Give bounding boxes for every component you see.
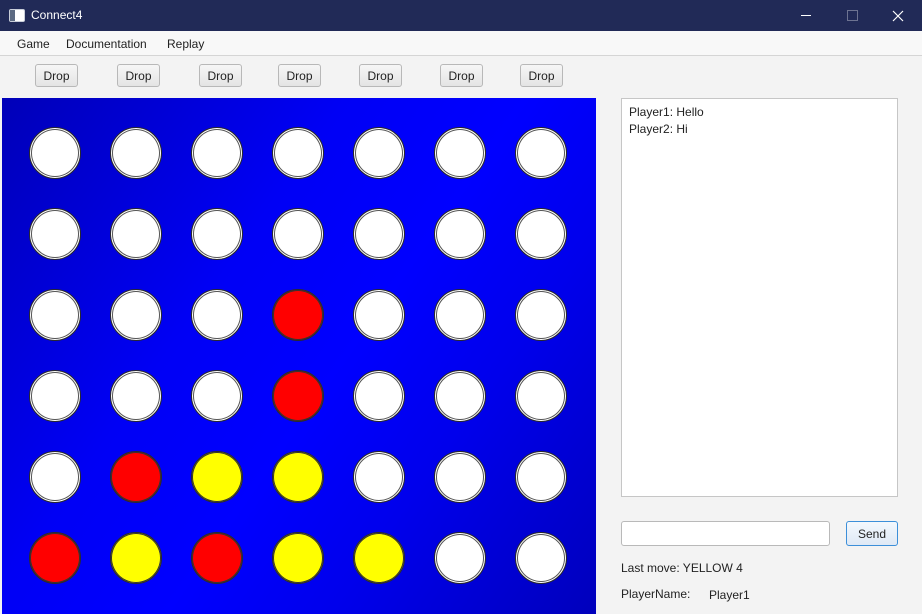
menu-documentation[interactable]: Documentation xyxy=(66,37,147,51)
chat-log: Player1: Hello Player2: Hi xyxy=(621,98,898,497)
window-title: Connect4 xyxy=(31,8,83,22)
chat-input[interactable] xyxy=(621,521,830,546)
board-cell-white xyxy=(191,208,243,260)
drop-button-col-2[interactable]: Drop xyxy=(117,64,160,87)
board-cell-white xyxy=(29,127,81,179)
board-cell-white xyxy=(191,127,243,179)
board-cell-red xyxy=(110,451,162,503)
board-cell-white xyxy=(272,208,324,260)
board-cell-white xyxy=(110,289,162,341)
board-cell-white xyxy=(434,208,486,260)
board-cell-white xyxy=(434,451,486,503)
minimize-button[interactable] xyxy=(783,0,829,31)
board-cell-yellow xyxy=(110,532,162,584)
board-cell-red xyxy=(272,289,324,341)
board-cell-white xyxy=(434,289,486,341)
board-cell-red xyxy=(272,370,324,422)
board-cell-red xyxy=(29,532,81,584)
game-board xyxy=(2,98,596,614)
chat-message: Player2: Hi xyxy=(629,122,688,136)
board-cell-white xyxy=(515,208,567,260)
board-cell-white xyxy=(29,289,81,341)
board-cell-white xyxy=(272,127,324,179)
board-cell-white xyxy=(515,451,567,503)
close-icon xyxy=(892,10,904,21)
player-name-value: Player1 xyxy=(709,588,750,602)
maximize-icon xyxy=(846,10,858,21)
board-cell-white xyxy=(434,370,486,422)
title-bar: Connect4 xyxy=(0,0,922,31)
app-window-icon xyxy=(9,9,25,22)
board-cell-yellow xyxy=(191,451,243,503)
drop-button-col-3[interactable]: Drop xyxy=(199,64,242,87)
board-cell-white xyxy=(353,451,405,503)
board-cell-yellow xyxy=(272,532,324,584)
board-cell-white xyxy=(434,127,486,179)
board-cell-white xyxy=(515,370,567,422)
board-cell-white xyxy=(515,289,567,341)
board-cell-white xyxy=(110,127,162,179)
maximize-button[interactable] xyxy=(829,0,875,31)
menu-replay[interactable]: Replay xyxy=(167,37,204,51)
board-cell-white xyxy=(29,451,81,503)
board-cell-white xyxy=(353,370,405,422)
board-cell-yellow xyxy=(353,532,405,584)
menu-bar: Game Documentation Replay xyxy=(0,31,922,56)
drop-button-col-4[interactable]: Drop xyxy=(278,64,321,87)
board-cell-white xyxy=(191,370,243,422)
board-cell-white xyxy=(29,370,81,422)
board-cell-yellow xyxy=(272,451,324,503)
drop-button-col-6[interactable]: Drop xyxy=(440,64,483,87)
drop-button-col-7[interactable]: Drop xyxy=(520,64,563,87)
board-cell-white xyxy=(110,208,162,260)
board-cell-white xyxy=(110,370,162,422)
menu-game[interactable]: Game xyxy=(17,37,50,51)
drop-button-col-5[interactable]: Drop xyxy=(359,64,402,87)
board-cell-white xyxy=(191,289,243,341)
close-button[interactable] xyxy=(875,0,921,31)
board-cell-white xyxy=(353,127,405,179)
player-name-label: PlayerName: xyxy=(621,587,691,601)
minimize-icon xyxy=(801,15,811,16)
chat-message: Player1: Hello xyxy=(629,105,704,119)
board-cell-white xyxy=(353,289,405,341)
board-cell-white xyxy=(515,532,567,584)
drop-button-col-1[interactable]: Drop xyxy=(35,64,78,87)
board-cell-red xyxy=(191,532,243,584)
board-cell-white xyxy=(353,208,405,260)
board-cell-white xyxy=(434,532,486,584)
last-move-status: Last move: YELLOW 4 xyxy=(621,561,743,575)
drop-toolbar: Drop Drop Drop Drop Drop Drop Drop xyxy=(0,56,922,98)
board-cell-white xyxy=(29,208,81,260)
board-cell-white xyxy=(515,127,567,179)
send-button[interactable]: Send xyxy=(846,521,898,546)
